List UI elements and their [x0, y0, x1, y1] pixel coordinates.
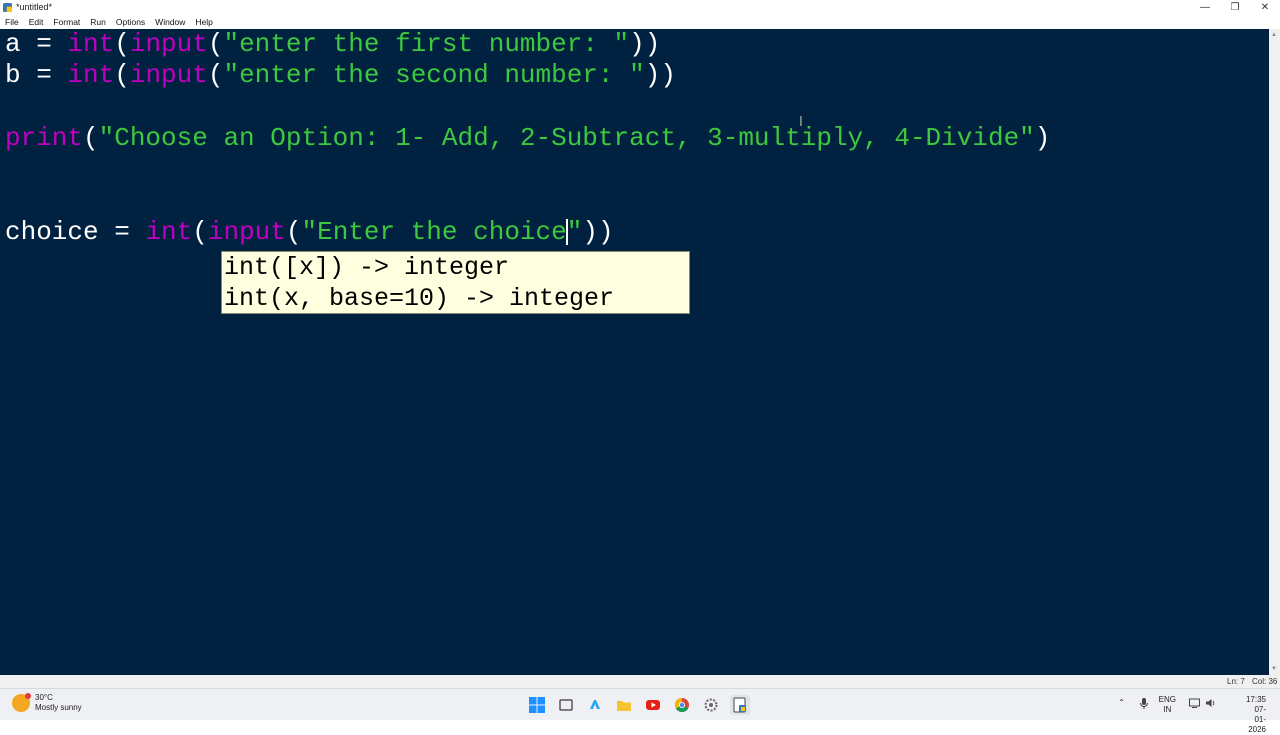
code-line-4: print("Choose an Option: 1- Add, 2-Subtr… [5, 123, 1050, 154]
copilot-icon[interactable] [585, 695, 605, 715]
code-token: ( [114, 29, 130, 59]
sun-icon [12, 693, 31, 712]
python-idle-icon[interactable] [730, 695, 750, 715]
microphone-icon[interactable] [1140, 698, 1148, 711]
task-view-icon[interactable] [556, 695, 576, 715]
menu-file[interactable]: File [5, 17, 19, 27]
clock-time: 17:35 [1245, 695, 1266, 704]
code-line-7: choice = int(input("Enter the choice")) [5, 217, 614, 248]
volume-icon[interactable] [1205, 698, 1216, 710]
weather-temp: 30°C [35, 693, 53, 702]
title-bar: *untitled* — ❐ ✕ [0, 0, 1280, 15]
code-token: ( [192, 217, 208, 247]
code-token: ) [1034, 123, 1051, 153]
code-token: = [98, 217, 146, 247]
calltip-popup: int([x]) -> integer int(x, base=10) -> in… [221, 251, 690, 314]
code-token: = [20, 60, 68, 90]
code-token: )) [644, 60, 676, 90]
vertical-scrollbar[interactable]: ▲ ▼ [1269, 29, 1280, 675]
windows-start-icon[interactable] [527, 695, 547, 715]
chrome-icon[interactable] [672, 695, 692, 715]
string-token: "Enter the choice [301, 217, 567, 247]
builtin-token: input [129, 29, 208, 59]
menu-run[interactable]: Run [90, 17, 106, 27]
weather-widget[interactable]: 30°C Mostly sunny [12, 693, 82, 713]
settings-icon[interactable] [701, 695, 721, 715]
code-token: )) [629, 29, 661, 59]
clock[interactable]: 17:35 07-01-2026 [1246, 695, 1266, 735]
taskbar: 30°C Mostly sunny ⌃ ENG IN 17:35 07-01-2… [0, 688, 1280, 734]
weather-text: 30°C Mostly sunny [35, 693, 82, 713]
region-code: IN [1163, 705, 1172, 714]
scroll-down-icon[interactable]: ▼ [1271, 666, 1277, 672]
language-code: ENG [1158, 695, 1176, 704]
ibeam-cursor-icon: I [799, 115, 803, 130]
builtin-token: print [5, 123, 84, 153]
taskbar-apps [527, 695, 759, 715]
menu-help[interactable]: Help [195, 17, 212, 27]
clock-date: 07-01-2026 [1248, 705, 1266, 734]
code-token: choice [5, 217, 99, 247]
menu-window[interactable]: Window [155, 17, 185, 27]
code-token: ( [83, 123, 99, 153]
code-line-1: a = int(input("enter the first number: "… [5, 29, 660, 60]
string-token: "enter the second number: " [223, 60, 645, 90]
window-title: *untitled* [16, 2, 53, 12]
minimize-icon[interactable]: — [1190, 0, 1220, 15]
code-token: = [20, 29, 68, 59]
close-icon[interactable]: ✕ [1250, 0, 1280, 15]
code-token: b [5, 60, 21, 90]
code-token: ( [285, 217, 302, 247]
language-indicator[interactable]: ENG IN [1159, 695, 1176, 715]
calltip-line: int(x, base=10) -> integer [224, 284, 615, 313]
idle-app-icon [3, 3, 12, 12]
builtin-token: int [67, 60, 115, 90]
menu-options[interactable]: Options [116, 17, 145, 27]
menu-bar: File Edit Format Run Options Window Help [0, 15, 1280, 29]
restore-icon[interactable]: ❐ [1220, 0, 1250, 15]
weather-desc: Mostly sunny [35, 703, 82, 712]
line-number: Ln: 7 [1227, 677, 1245, 686]
column-number: Col: 36 [1252, 677, 1278, 686]
code-token: ( [114, 60, 130, 90]
youtube-icon[interactable] [643, 695, 663, 715]
string-token: "enter the first number: " [223, 29, 630, 59]
string-token: "Choose an Option: 1- Add, 2-Subtract, 3… [98, 123, 1035, 153]
scroll-up-icon[interactable]: ▲ [1271, 32, 1277, 38]
string-token: " [566, 217, 583, 247]
chevron-up-icon[interactable]: ⌃ [1118, 698, 1125, 707]
code-token: a [5, 29, 21, 59]
code-editor[interactable]: a = int(input("enter the first number: "… [0, 29, 1269, 675]
network-icon[interactable] [1189, 698, 1200, 710]
builtin-token: input [129, 60, 208, 90]
builtin-token: int [67, 29, 115, 59]
builtin-token: int [145, 217, 193, 247]
code-line-2: b = int(input("enter the second number: … [5, 60, 676, 91]
code-token: )) [582, 217, 614, 247]
window-controls: — ❐ ✕ [1190, 0, 1280, 15]
code-token: ( [207, 60, 224, 90]
builtin-token: input [207, 217, 286, 247]
file-explorer-icon[interactable] [614, 695, 634, 715]
calltip-line: int([x]) -> integer [224, 253, 510, 282]
code-token: ( [207, 29, 224, 59]
menu-edit[interactable]: Edit [29, 17, 44, 27]
status-bar: Ln: 7 Col: 36 [0, 675, 1280, 688]
menu-format[interactable]: Format [53, 17, 80, 27]
